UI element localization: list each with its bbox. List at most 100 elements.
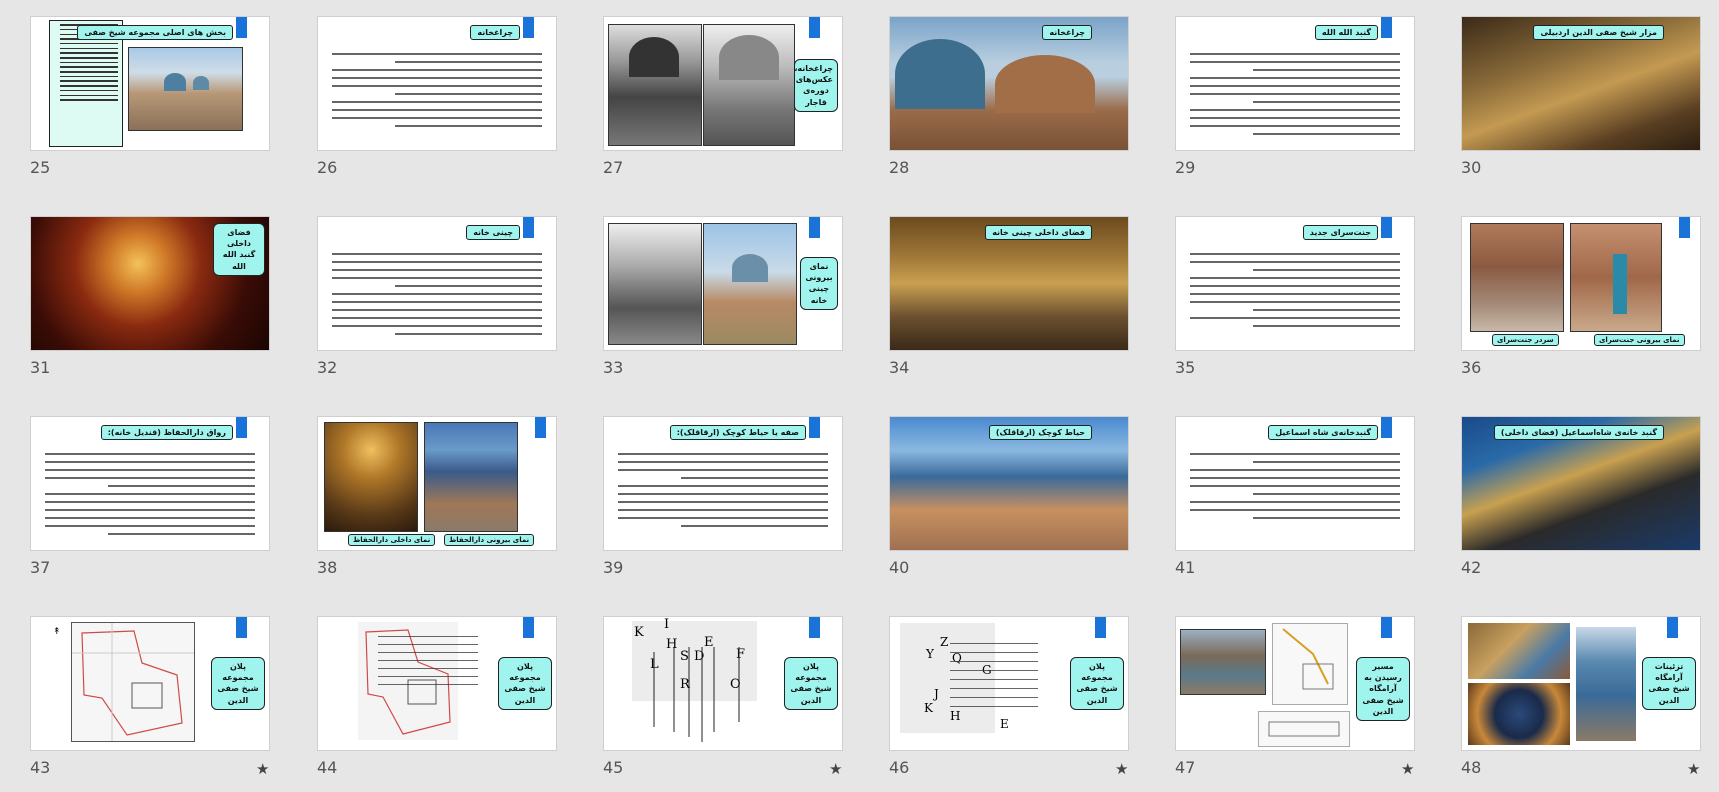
color-photo xyxy=(703,223,797,345)
slide-title: صفه یا حیاط کوچک (ارقاقلک): xyxy=(669,425,806,440)
slide-thumb-26[interactable]: چراغخانه 26 xyxy=(317,16,557,177)
animation-star-icon[interactable]: ★ xyxy=(256,760,269,778)
text-body xyxy=(618,447,828,533)
slide-thumb-30[interactable]: مزار شیخ صفی الدین اردبیلی 30 xyxy=(1461,16,1701,177)
text-body xyxy=(1190,447,1400,525)
slide-thumb-28[interactable]: چراغخانه 28 xyxy=(889,16,1129,177)
slide-thumb-25[interactable]: بخش های اصلی مجموعه شیخ صفی 25 xyxy=(30,16,270,177)
slide-label: چراغخانه، عکس‌های دوره‌ی قاجار xyxy=(794,59,838,112)
slide-thumb-33[interactable]: نمای بیرونی چینی خانه 33 xyxy=(603,216,843,377)
slide-title: چراغخانه xyxy=(470,25,520,40)
slide-number: 25 xyxy=(30,158,51,177)
caption-left: نمای داخلی دارالحفاظ xyxy=(348,534,436,546)
leader-lines xyxy=(653,647,740,742)
accent-bar xyxy=(1679,217,1690,238)
bw-photo-right xyxy=(703,24,795,146)
slide-title: بخش های اصلی مجموعه شیخ صفی xyxy=(77,25,233,40)
slide-thumb-43[interactable]: ↟ پلان مجموعه شیخ صفی الدین 43 ★ xyxy=(30,616,270,778)
slide-thumb-44[interactable]: پلان مجموعه شیخ صفی الدین 44 xyxy=(317,616,557,777)
text-body xyxy=(45,447,255,541)
slide-thumb-45[interactable]: K I H S D E F L R O پلان مجموعه شیخ صفی … xyxy=(603,616,843,778)
slide-number: 38 xyxy=(317,558,338,577)
slide-title: فضای داخلی چینی خانه xyxy=(985,225,1092,240)
slide-thumb-46[interactable]: Z Y Q G J K H E پلان مجموعه شیخ صفی الدی… xyxy=(889,616,1129,778)
slide-thumb-37[interactable]: رواق دارالحفاظ (قندیل خانه): 37 xyxy=(30,416,270,577)
accent-bar xyxy=(236,17,247,38)
slide-number: 29 xyxy=(1175,158,1196,177)
slide-label: پلان مجموعه شیخ صفی الدین xyxy=(211,657,265,710)
slide-number: 42 xyxy=(1461,558,1482,577)
slide-title: مزار شیخ صفی الدین اردبیلی xyxy=(1533,25,1664,40)
slide-number: 28 xyxy=(889,158,910,177)
caption-right: نمای بیرونی جنت‌سرای xyxy=(1594,334,1685,346)
slide-thumb-48[interactable]: تزئینات آرامگاه شیخ صفی الدین 48 ★ xyxy=(1461,616,1701,778)
accent-bar xyxy=(809,417,820,438)
slide-title: رواق دارالحفاظ (قندیل خانه): xyxy=(100,425,233,440)
slide-label: مسیر رسیدن به آرامگاه شیخ صفی الدین xyxy=(1356,657,1410,721)
accent-bar xyxy=(1381,617,1392,638)
slide-title: حیاط کوچک (ارقاقلک) xyxy=(988,425,1092,440)
tilework-photo xyxy=(1468,623,1570,679)
accent-bar xyxy=(1095,617,1106,638)
legend-lines xyxy=(378,629,478,692)
slide-thumb-31[interactable]: فضای داخلی گنبد الله الله 31 xyxy=(30,216,270,377)
exterior-photo xyxy=(1570,223,1662,332)
leader-lines xyxy=(950,635,1038,715)
slide-number: 31 xyxy=(30,358,51,377)
slide-number: 32 xyxy=(317,358,338,377)
slide-thumb-34[interactable]: فضای داخلی چینی خانه 34 xyxy=(889,216,1129,377)
animation-star-icon[interactable]: ★ xyxy=(829,760,842,778)
slide-thumb-29[interactable]: گنبد الله الله 29 xyxy=(1175,16,1415,177)
pattern-photo xyxy=(1468,683,1570,745)
slide-label: پلان مجموعه شیخ صفی الدین xyxy=(1070,657,1124,710)
plan-letter: I xyxy=(664,617,670,632)
slide-title: جنت‌سرای جدید xyxy=(1302,225,1378,240)
text-body xyxy=(332,247,542,341)
accent-bar xyxy=(523,217,534,238)
slide-thumb-36[interactable]: سردر جنت‌سرای نمای بیرونی جنت‌سرای 36 xyxy=(1461,216,1701,377)
accent-bar xyxy=(1381,417,1392,438)
accent-bar xyxy=(535,417,546,438)
slide-number: 39 xyxy=(603,558,624,577)
slide-thumb-41[interactable]: گنبدخانه‌ی شاه اسماعیل 41 xyxy=(1175,416,1415,577)
aerial-photo xyxy=(1180,629,1266,695)
slide-label: نمای بیرونی چینی خانه xyxy=(800,257,838,310)
accent-bar xyxy=(523,617,534,638)
caption-left: سردر جنت‌سرای xyxy=(1492,334,1559,346)
slide-title: گنبد الله الله xyxy=(1314,25,1378,40)
slide-thumb-40[interactable]: حیاط کوچک (ارقاقلک) 40 xyxy=(889,416,1129,577)
slide-label: پلان مجموعه شیخ صفی الدین xyxy=(498,657,552,710)
slide-thumb-35[interactable]: جنت‌سرای جدید 35 xyxy=(1175,216,1415,377)
slide-number: 33 xyxy=(603,358,624,377)
slide-label: پلان مجموعه شیخ صفی الدین xyxy=(784,657,838,710)
slide-number: 48 xyxy=(1461,758,1482,777)
animation-star-icon[interactable]: ★ xyxy=(1687,760,1700,778)
animation-star-icon[interactable]: ★ xyxy=(1401,760,1414,778)
slide-thumb-32[interactable]: چینی خانه 32 xyxy=(317,216,557,377)
accent-bar xyxy=(809,17,820,38)
route-plan xyxy=(1272,623,1348,705)
section-plan xyxy=(1258,711,1350,747)
slide-number: 27 xyxy=(603,158,624,177)
slide-thumb-47[interactable]: مسیر رسیدن به آرامگاه شیخ صفی الدین 47 ★ xyxy=(1175,616,1415,778)
slide-number: 30 xyxy=(1461,158,1482,177)
slide-title: گنبد خانه‌ی شاه‌اسماعیل (فضای داخلی) xyxy=(1493,425,1664,440)
caption-right: نمای بیرونی دارالحفاظ xyxy=(444,534,535,546)
accent-bar xyxy=(809,217,820,238)
slide-label: فضای داخلی گنبد الله الله xyxy=(213,223,265,276)
text-body xyxy=(1190,47,1400,141)
slide-thumb-27[interactable]: چراغخانه، عکس‌های دوره‌ی قاجار 27 xyxy=(603,16,843,177)
slide-thumb-38[interactable]: نمای داخلی دارالحفاظ نمای بیرونی دارالحف… xyxy=(317,416,557,577)
animation-star-icon[interactable]: ★ xyxy=(1115,760,1128,778)
accent-bar xyxy=(1381,17,1392,38)
site-plan xyxy=(71,622,195,742)
slide-title: چراغخانه xyxy=(1042,25,1092,40)
slide-number: 40 xyxy=(889,558,910,577)
slide-thumb-42[interactable]: گنبد خانه‌ی شاه‌اسماعیل (فضای داخلی) 42 xyxy=(1461,416,1701,577)
slide-number: 34 xyxy=(889,358,910,377)
plan-letter: K xyxy=(634,625,644,640)
plan-letter: Z xyxy=(940,635,949,649)
accent-bar xyxy=(809,617,820,638)
text-body xyxy=(332,47,542,133)
slide-thumb-39[interactable]: صفه یا حیاط کوچک (ارقاقلک): 39 xyxy=(603,416,843,577)
